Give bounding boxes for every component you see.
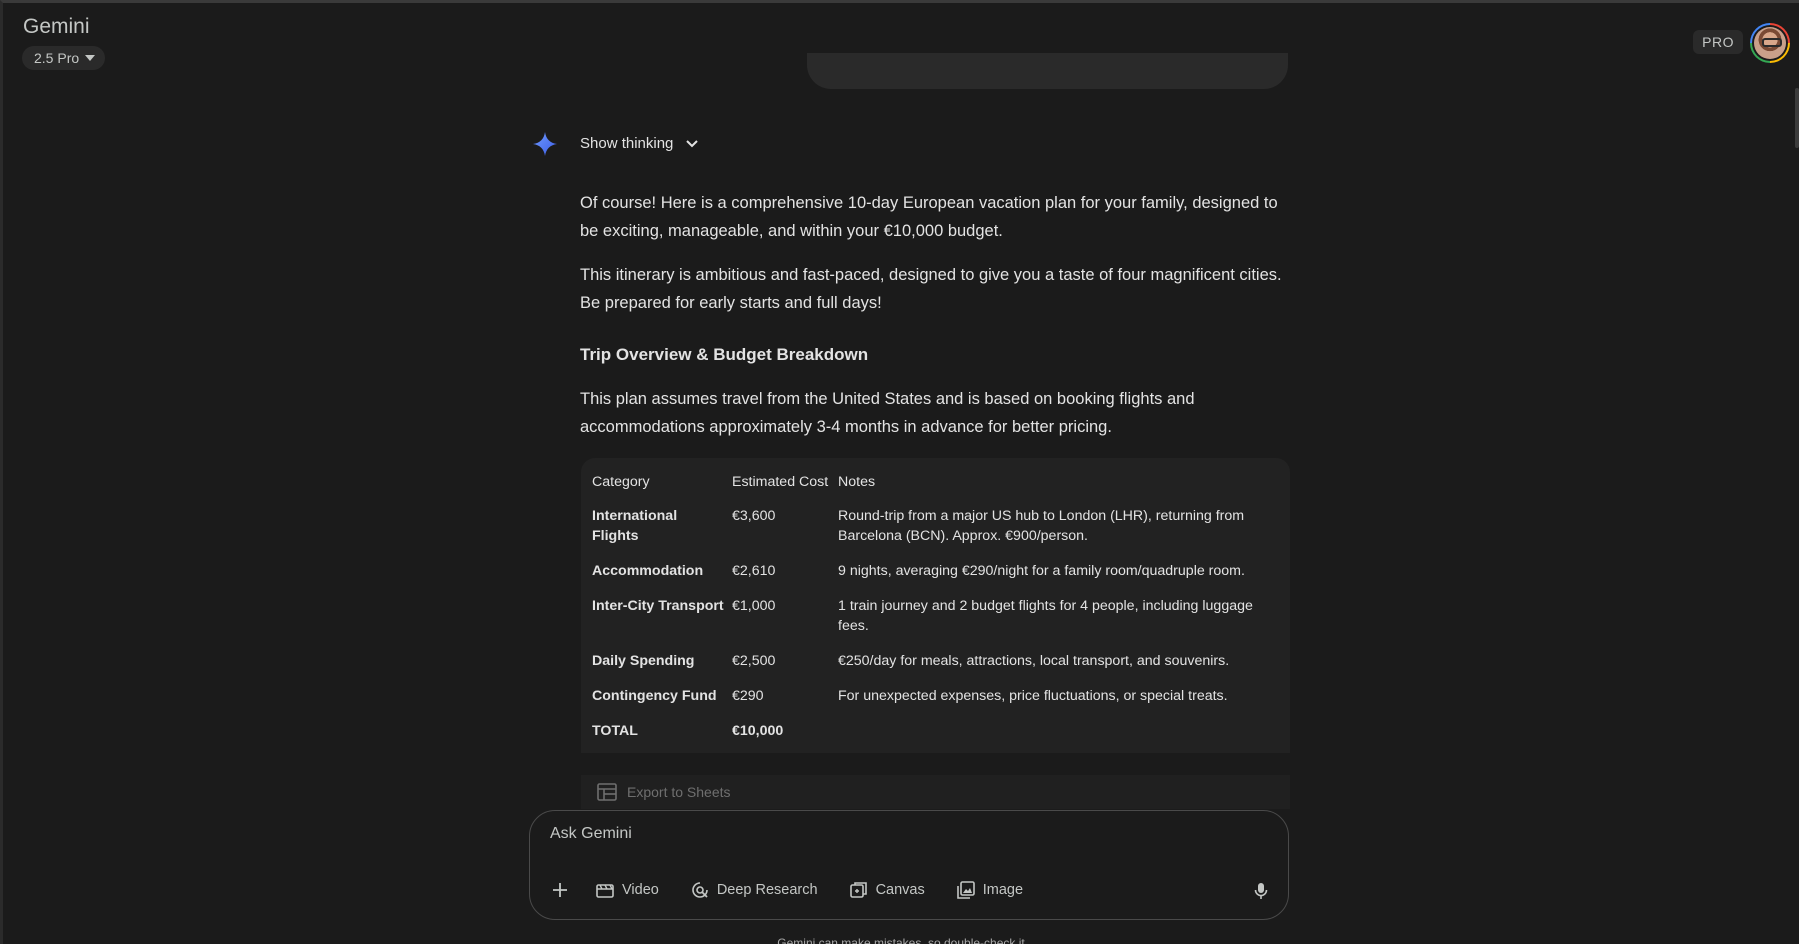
notes-cell: Round-trip from a major US hub to London… [838,508,1245,544]
category-cell: Contingency Fund [592,688,717,704]
table-row: International Flights €3,600 Round-trip … [581,499,1290,554]
table-row: Inter-City Transport €1,000 1 train jour… [581,589,1290,644]
sheets-icon [597,783,617,801]
cost-cell: €2,500 [732,653,776,669]
video-tool-button[interactable]: Video [584,875,671,905]
pro-badge: PRO [1693,30,1743,54]
image-icon [956,881,975,899]
response-paragraph: This itinerary is ambitious and fast-pac… [580,266,1282,312]
gemini-spark-icon [532,131,558,157]
table-row: Contingency Fund €290 For unexpected exp… [581,679,1290,714]
app-title: Gemini [23,15,90,38]
plus-icon [552,882,568,898]
category-cell: Inter-City Transport [592,598,724,614]
app-window: Gemini 2.5 Pro PRO Show thinking Of cour… [0,0,1799,944]
canvas-icon [849,881,868,899]
category-cell: International Flights [592,508,678,544]
tool-label: Video [622,882,659,898]
notes-cell: 9 nights, averaging €290/night for a fam… [838,563,1245,579]
disclaimer-text: Gemini can make mistakes, so double-chec… [777,936,1025,944]
composer-toolbar: Video Deep Research Canvas Image [544,875,1035,905]
response-paragraph: Of course! Here is a comprehensive 10-da… [580,194,1278,240]
model-selector[interactable]: 2.5 Pro [22,46,106,70]
cost-cell: €1,000 [732,598,776,614]
show-thinking-toggle[interactable]: Show thinking [580,135,699,152]
cost-cell: €3,600 [732,508,776,524]
cost-cell: €2,610 [732,563,776,579]
response-body: Of course! Here is a comprehensive 10-da… [580,189,1290,457]
tool-label: Image [982,882,1024,898]
category-cell: Daily Spending [592,653,695,669]
model-label: 2.5 Pro [34,50,80,66]
notes-cell [838,714,1290,749]
deep-research-icon [691,881,709,899]
notes-cell: For unexpected expenses, price fluctuati… [838,688,1228,704]
deep-research-tool-button[interactable]: Deep Research [679,875,830,905]
previous-user-message [807,53,1288,89]
image-tool-button[interactable]: Image [945,875,1035,905]
table-row: Accommodation €2,610 9 nights, averaging… [581,554,1290,589]
column-header: Category [592,474,650,490]
prompt-composer: Video Deep Research Canvas Image [529,810,1289,920]
scrollbar-thumb[interactable] [1795,88,1799,148]
tool-label: Canvas [875,882,925,898]
chevron-down-icon [685,139,699,149]
table-row: Daily Spending €2,500 €250/day for meals… [581,644,1290,679]
tool-label: Deep Research [716,882,818,898]
notes-cell: 1 train journey and 2 budget flights for… [838,598,1253,634]
column-header: Notes [838,474,876,490]
scrollbar[interactable] [1789,3,1799,944]
cost-cell: €10,000 [732,723,784,739]
response-paragraph: This plan assumes travel from the United… [580,390,1195,436]
avatar-photo [1754,27,1786,59]
microphone-button[interactable] [1254,882,1268,900]
video-icon [596,882,614,898]
budget-table: Category Estimated Cost Notes Internatio… [581,458,1290,753]
category-cell: Accommodation [592,563,704,579]
cost-cell: €290 [732,688,764,704]
export-label: Export to Sheets [627,784,731,800]
add-attachment-button[interactable] [544,875,576,905]
export-to-sheets-button[interactable]: Export to Sheets [581,775,1290,809]
prompt-input[interactable] [550,825,1150,843]
notes-cell: €250/day for meals, attractions, local t… [838,653,1230,669]
microphone-icon [1254,882,1268,900]
caret-down-icon [85,55,96,61]
table-total-row: TOTAL €10,000 [581,714,1290,749]
show-thinking-label: Show thinking [580,135,674,152]
section-heading: Trip Overview & Budget Breakdown [580,345,869,364]
category-cell: TOTAL [592,723,638,739]
table-header-row: Category Estimated Cost Notes [581,465,1290,499]
canvas-tool-button[interactable]: Canvas [838,875,937,905]
column-header: Estimated Cost [732,474,829,490]
avatar[interactable] [1750,23,1790,63]
